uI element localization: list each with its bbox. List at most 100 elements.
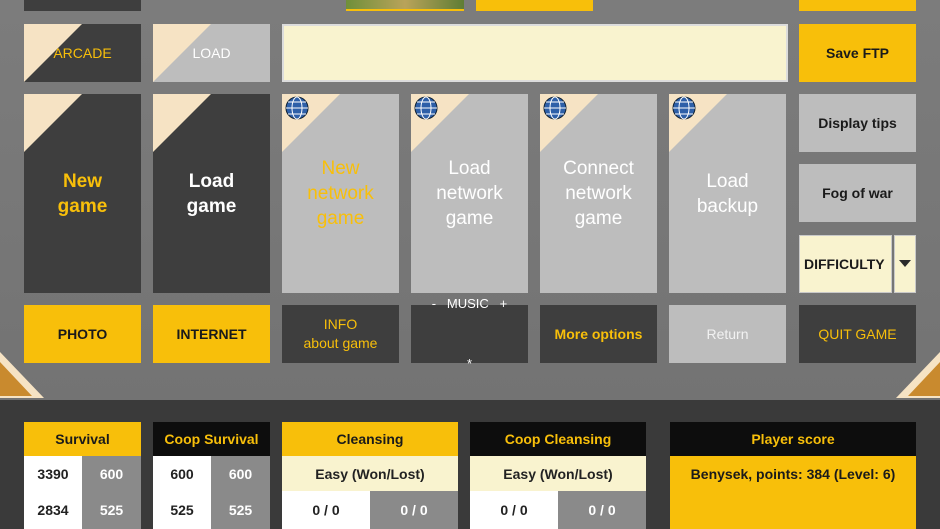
left-corner-ornament-icon — [0, 352, 44, 398]
info-label-line1: INFO — [323, 316, 358, 332]
coop-cleansing-cell: 0 / 0 — [558, 491, 646, 529]
load-game-label-line2: game — [186, 195, 237, 217]
survival-cell: 3390 — [24, 456, 82, 491]
arcade-label: ARCADE — [53, 45, 112, 61]
difficulty-dropdown-button[interactable] — [894, 235, 916, 293]
new-network-game-button[interactable]: New network game — [282, 94, 399, 293]
coop-survival-value: 525 — [228, 502, 253, 518]
coop-survival-header: Coop Survival — [153, 422, 270, 456]
text-field[interactable] — [282, 24, 788, 82]
load-network-game-label-line2: network — [436, 183, 503, 204]
cleansing-value: 0 / 0 — [312, 502, 340, 518]
coop-survival-cell: 525 — [211, 491, 270, 529]
coop-cleansing-cell: 0 / 0 — [470, 491, 558, 529]
cleansing-cell: 0 / 0 — [282, 491, 370, 529]
survival-value: 600 — [99, 465, 124, 482]
internet-label: INTERNET — [176, 326, 247, 342]
save-ftp-button[interactable]: Save FTP — [799, 24, 916, 82]
top-thumbnail-partial — [346, 0, 464, 11]
coop-survival-cell: 525 — [153, 491, 211, 529]
load-backup-button[interactable]: Load backup — [669, 94, 786, 293]
load-network-game-label-line3: game — [445, 208, 494, 229]
coop-cleansing-value: 0 / 0 — [500, 502, 528, 518]
music-label-line1[interactable]: - MUSIC + — [432, 294, 507, 314]
coop-survival-value: 525 — [170, 502, 194, 518]
survival-value: 2834 — [37, 502, 69, 518]
info-label: INFO about game — [304, 315, 378, 353]
load-game-label: Load game — [187, 169, 237, 219]
quit-game-label: QUIT GAME — [818, 326, 897, 342]
globe-icon — [414, 96, 438, 120]
coop-survival-cell: 600 — [153, 456, 211, 491]
music-control[interactable]: - MUSIC + * — [411, 296, 528, 371]
new-game-label-line1: New — [62, 170, 103, 192]
load-small-button[interactable]: LOAD — [153, 24, 270, 82]
return-label: Return — [706, 326, 749, 342]
globe-icon — [672, 96, 696, 120]
load-game-button[interactable]: Load game — [153, 94, 270, 293]
load-game-label-line1: Load — [188, 170, 235, 192]
top-dark-tile-partial — [24, 0, 141, 11]
player-score-title: Player score — [751, 431, 835, 447]
right-corner-ornament-icon — [896, 352, 940, 398]
connect-network-game-button[interactable]: Connect network game — [540, 94, 657, 293]
new-network-game-label: New network game — [307, 156, 374, 231]
connect-network-game-label-line2: network — [565, 183, 632, 204]
internet-button[interactable]: INTERNET — [153, 305, 270, 363]
info-button[interactable]: INFO about game — [282, 305, 399, 363]
save-ftp-label: Save FTP — [825, 45, 890, 61]
load-backup-label-line1: Load — [706, 170, 749, 192]
cleansing-subtitle: Easy (Won/Lost) — [282, 456, 458, 491]
new-network-game-label-line1: New — [321, 158, 360, 179]
survival-value: 525 — [99, 502, 124, 518]
photo-label: PHOTO — [57, 326, 108, 342]
coop-cleansing-value: 0 / 0 — [588, 502, 616, 518]
coop-cleansing-header: Coop Cleansing — [470, 422, 646, 456]
coop-cleansing-subtitle-text: Easy (Won/Lost) — [503, 465, 613, 482]
more-options-button[interactable]: More options — [540, 305, 657, 363]
cleansing-header: Cleansing — [282, 422, 458, 456]
new-network-game-label-line3: game — [316, 208, 365, 229]
player-score-header: Player score — [670, 422, 916, 456]
difficulty-select[interactable]: DIFFICULTY — [799, 235, 916, 293]
fog-of-war-button[interactable]: Fog of war — [799, 164, 916, 222]
new-network-game-label-line2: network — [307, 183, 374, 204]
new-game-button[interactable]: New game — [24, 94, 141, 293]
difficulty-value-box[interactable]: DIFFICULTY — [799, 235, 892, 293]
cleansing-subtitle-text: Easy (Won/Lost) — [315, 465, 425, 482]
cleansing-title: Cleansing — [336, 431, 404, 447]
coop-cleansing-title: Coop Cleansing — [504, 431, 612, 447]
top-yellow-tile-partial — [476, 0, 593, 11]
connect-network-game-label-line1: Connect — [563, 158, 634, 179]
load-backup-label-line2: backup — [696, 195, 759, 217]
globe-icon — [285, 96, 309, 120]
new-game-label: New game — [58, 169, 108, 219]
fog-of-war-label: Fog of war — [822, 185, 893, 201]
cleansing-cell: 0 / 0 — [370, 491, 458, 529]
connect-network-game-label-line3: game — [574, 208, 623, 229]
cleansing-value: 0 / 0 — [400, 502, 428, 518]
new-game-label-line2: game — [57, 195, 108, 217]
survival-header: Survival — [24, 422, 141, 456]
arcade-button[interactable]: ARCADE — [24, 24, 141, 82]
display-tips-label: Display tips — [818, 115, 897, 131]
connect-network-game-label: Connect network game — [563, 156, 634, 231]
load-small-label: LOAD — [192, 45, 231, 61]
load-network-game-label-line1: Load — [448, 158, 491, 179]
coop-survival-value: 600 — [228, 465, 253, 482]
survival-cell: 2834 — [24, 491, 82, 529]
caret-down-icon — [899, 260, 911, 267]
player-score-text: Benysek, points: 384 (Level: 6) — [690, 466, 896, 482]
display-tips-button[interactable]: Display tips — [799, 94, 916, 152]
return-button[interactable]: Return — [669, 305, 786, 363]
survival-cell: 525 — [82, 491, 141, 529]
coop-survival-title: Coop Survival — [164, 431, 259, 447]
survival-title: Survival — [55, 431, 110, 447]
difficulty-label: DIFFICULTY — [804, 256, 885, 272]
coop-cleansing-subtitle: Easy (Won/Lost) — [470, 456, 646, 491]
top-right-yellow-tile-partial — [799, 0, 916, 11]
music-label-line2: * — [466, 356, 473, 371]
music-label: - MUSIC + * — [432, 254, 507, 414]
survival-cell: 600 — [82, 456, 141, 491]
player-score-body: Benysek, points: 384 (Level: 6) — [670, 456, 916, 529]
